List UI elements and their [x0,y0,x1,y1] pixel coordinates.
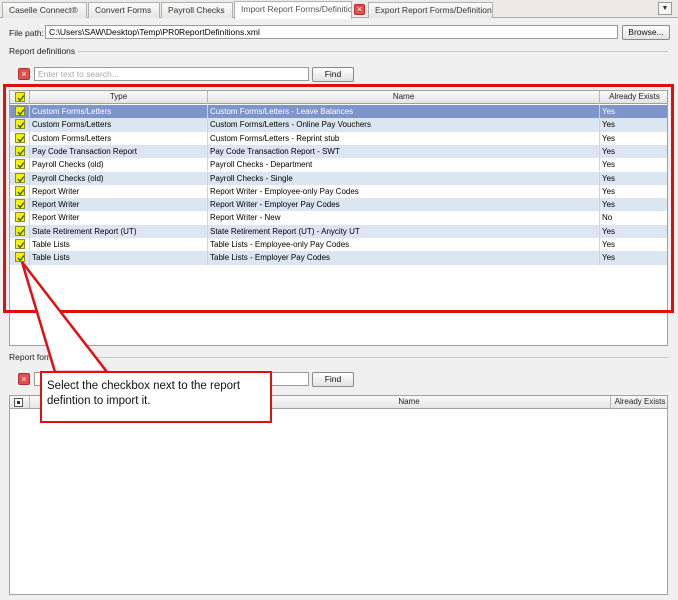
callout-pointer [20,261,110,374]
callout-box: Select the checkbox next to the report d… [40,371,272,423]
callout-text: Select the checkbox next to the report d… [47,380,241,407]
